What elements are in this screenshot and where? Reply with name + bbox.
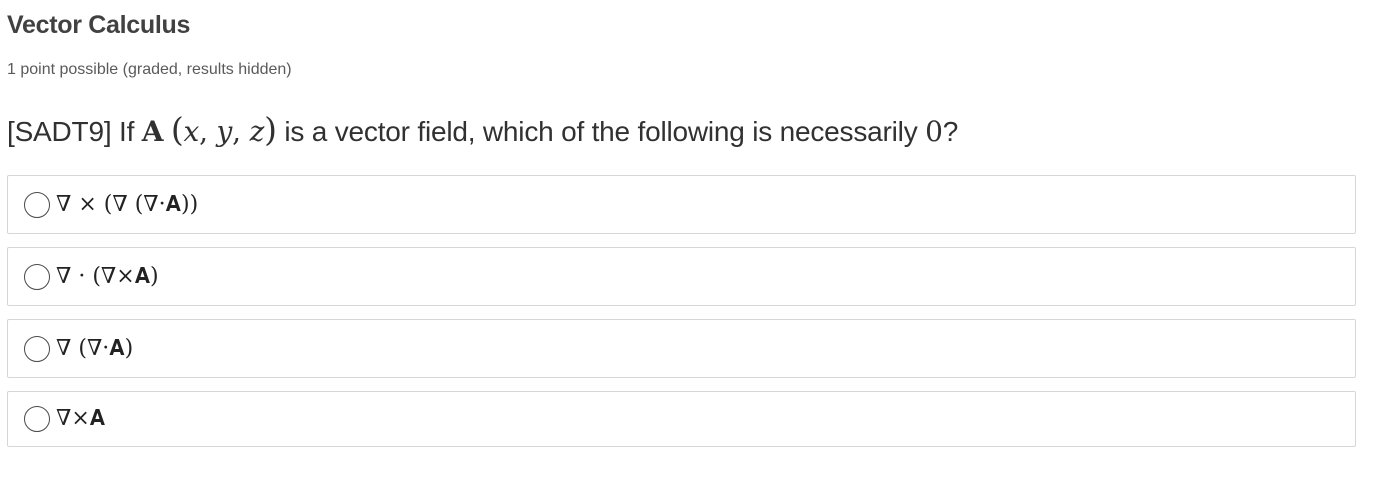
answer-choice-label: ∇ · (∇×𝐀) xyxy=(56,263,159,289)
question-suffix: ? xyxy=(942,116,959,147)
answer-choice-2[interactable]: ∇ · (∇×𝐀) xyxy=(7,247,1356,306)
answer-choice-4[interactable]: ∇×𝐀 xyxy=(7,391,1356,447)
question-var-x: x xyxy=(183,115,200,148)
question-text: [SADT9] If A (x, y, z) is a vector field… xyxy=(7,110,958,152)
question-prefix: [SADT9] If xyxy=(7,116,142,147)
radio-button[interactable] xyxy=(24,335,50,362)
question-close-paren: ) xyxy=(264,110,277,149)
answer-choice-label: ∇ (∇·𝐀) xyxy=(56,335,134,361)
question-zero: 0 xyxy=(925,115,943,148)
points-possible: 1 point possible (graded, results hidden… xyxy=(7,61,292,78)
problem-title: Vector Calculus xyxy=(7,11,191,39)
question-var-z: z xyxy=(249,115,265,148)
question-var-y: y xyxy=(216,115,233,148)
radio-button[interactable] xyxy=(24,406,50,432)
answer-choice-3[interactable]: ∇ (∇·𝐀) xyxy=(7,319,1356,378)
question-field-symbol: A xyxy=(141,115,164,148)
answer-choice-label: ∇ × (∇ (∇·𝐀)) xyxy=(56,191,199,217)
question-open-paren: ( xyxy=(170,110,184,149)
question-middle: is a vector field, which of the followin… xyxy=(276,116,926,147)
question-comma-1: , xyxy=(199,115,217,148)
answer-choice-1[interactable]: ∇ × (∇ (∇·𝐀)) xyxy=(7,175,1356,234)
answer-choice-label: ∇×𝐀 xyxy=(56,406,106,431)
radio-button[interactable] xyxy=(24,263,50,290)
question-comma-2: , xyxy=(232,115,250,148)
radio-button[interactable] xyxy=(24,191,50,218)
answer-choices: ∇ × (∇ (∇·𝐀)) ∇ · (∇×𝐀) ∇ (∇·𝐀) ∇×𝐀 xyxy=(7,175,1356,460)
